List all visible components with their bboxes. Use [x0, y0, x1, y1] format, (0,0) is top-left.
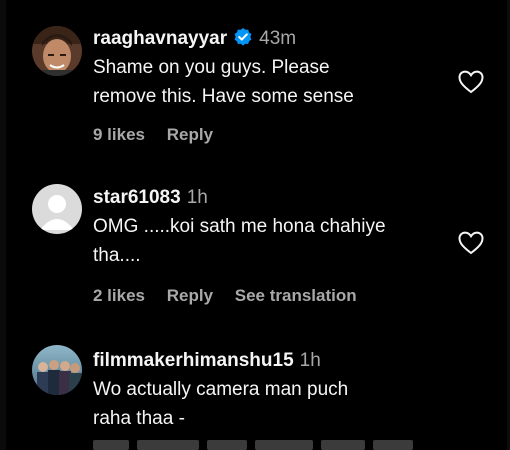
heart-icon[interactable]: [458, 70, 484, 94]
comment-item: filmmakerhimanshu15 1h Wo actually camera…: [0, 330, 510, 450]
comments-panel: raaghavnayyar 43m Shame on you guys. Ple…: [0, 0, 510, 450]
comment-text: OMG .....koi sath me hona chahiye tha...…: [93, 212, 450, 270]
avatar[interactable]: [32, 184, 82, 234]
comment-text-line: tha....: [93, 245, 141, 266]
reply-button[interactable]: Reply: [167, 286, 213, 305]
comment-actions: 9 likes Reply: [93, 125, 230, 145]
truncated-comment-line: [93, 438, 423, 450]
comment-text-line: Shame on you guys. Please: [93, 57, 330, 78]
verified-badge-icon: [234, 28, 252, 46]
comment-text-line: raha thaa -: [93, 408, 185, 429]
default-avatar-icon: [32, 184, 82, 234]
comment-username[interactable]: star61083: [93, 187, 181, 208]
comment-time: 43m: [259, 28, 297, 49]
comment-time: 1h: [186, 187, 208, 208]
likes-count[interactable]: 2 likes: [93, 286, 145, 305]
comment-text: Wo actually camera man puch raha thaa -: [93, 375, 450, 433]
heart-icon[interactable]: [458, 231, 484, 255]
reply-button[interactable]: Reply: [167, 125, 213, 144]
comment-username[interactable]: filmmakerhimanshu15: [93, 350, 294, 371]
comment-text: Shame on you guys. Please remove this. H…: [93, 53, 450, 111]
comment-item: star61083 1h OMG .....koi sath me hona ch…: [0, 160, 510, 330]
comment-text-line: OMG .....koi sath me hona chahiye: [93, 216, 386, 237]
user-avatar-photo: [32, 26, 82, 76]
comment-text-line: Wo actually camera man puch: [93, 379, 349, 400]
comment-item: raaghavnayyar 43m Shame on you guys. Ple…: [0, 0, 510, 160]
avatar[interactable]: [32, 345, 82, 395]
likes-count[interactable]: 9 likes: [93, 125, 145, 144]
avatar[interactable]: [32, 26, 82, 76]
comment-username[interactable]: raaghavnayyar: [93, 28, 227, 49]
comment-time: 1h: [299, 350, 321, 371]
comment-text-line: remove this. Have some sense: [93, 86, 354, 107]
see-translation-button[interactable]: See translation: [235, 286, 357, 305]
user-avatar-photo: [32, 345, 82, 395]
comment-actions: 2 likes Reply See translation: [93, 286, 374, 306]
